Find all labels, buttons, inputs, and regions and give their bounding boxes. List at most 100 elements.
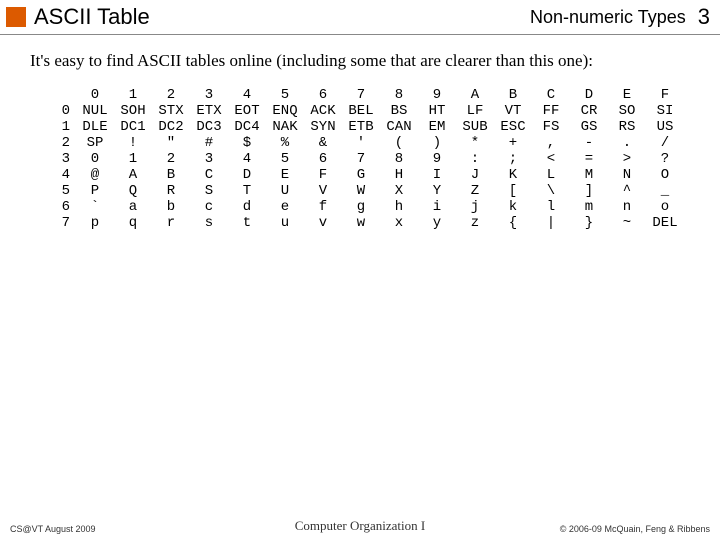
ascii-cell: SO [608,103,646,119]
ascii-cell: ~ [608,215,646,231]
ascii-cell: ! [114,135,152,151]
ascii-cell: X [380,183,418,199]
ascii-cell: , [532,135,570,151]
ascii-cell: ] [570,183,608,199]
ascii-cell: EM [418,119,456,135]
ascii-cell: / [646,135,684,151]
table-row: 0NULSOHSTXETXEOTENQACKBELBSHTLFVTFFCRSOS… [50,103,684,119]
row-label: 1 [50,119,76,135]
slide-page-number: 3 [698,4,710,30]
slide-subtitle: Non-numeric Types [530,7,686,28]
ascii-cell: DC2 [152,119,190,135]
ascii-cell: Y [418,183,456,199]
ascii-cell: SP [76,135,114,151]
row-label: 7 [50,215,76,231]
ascii-cell: 6 [304,151,342,167]
ascii-cell: : [456,151,494,167]
ascii-cell: b [152,199,190,215]
row-label: 5 [50,183,76,199]
ascii-header-row: 0 1 2 3 4 5 6 7 8 9 A B C D E F [50,87,684,103]
ascii-cell: R [152,183,190,199]
table-row: 6`abcdefghijklmno [50,199,684,215]
table-row: 1DLEDC1DC2DC3DC4NAKSYNETBCANEMSUBESCFSGS… [50,119,684,135]
slide-footer: CS@VT August 2009 Computer Organization … [0,518,720,534]
ascii-cell: L [532,167,570,183]
ascii-cell: } [570,215,608,231]
ascii-cell: j [456,199,494,215]
ascii-cell: ESC [494,119,532,135]
ascii-cell: t [228,215,266,231]
col-header: 2 [152,87,190,103]
ascii-cell: SI [646,103,684,119]
ascii-table: 0 1 2 3 4 5 6 7 8 9 A B C D E F 0NULSOHS… [50,87,684,231]
ascii-cell: % [266,135,304,151]
row-label: 3 [50,151,76,167]
ascii-cell: K [494,167,532,183]
col-header: 1 [114,87,152,103]
ascii-cell: _ [646,183,684,199]
ascii-cell: > [608,151,646,167]
ascii-cell: EOT [228,103,266,119]
ascii-cell: n [608,199,646,215]
ascii-cell: 1 [114,151,152,167]
ascii-cell: v [304,215,342,231]
ascii-cell: ETX [190,103,228,119]
ascii-cell: \ [532,183,570,199]
ascii-cell: J [456,167,494,183]
table-row: 30123456789:;<=>? [50,151,684,167]
footer-center: Computer Organization I [210,518,510,534]
ascii-cell: Q [114,183,152,199]
ascii-cell: DC1 [114,119,152,135]
ascii-cell: SUB [456,119,494,135]
footer-right: © 2006-09 McQuain, Feng & Ribbens [510,524,710,534]
ascii-cell: 8 [380,151,418,167]
ascii-cell: CR [570,103,608,119]
ascii-cell: VT [494,103,532,119]
ascii-cell: [ [494,183,532,199]
col-header: 4 [228,87,266,103]
ascii-cell: T [228,183,266,199]
ascii-cell: GS [570,119,608,135]
ascii-cell: I [418,167,456,183]
ascii-cell: ' [342,135,380,151]
ascii-cell: 0 [76,151,114,167]
ascii-cell: o [646,199,684,215]
ascii-cell: 7 [342,151,380,167]
ascii-cell: NAK [266,119,304,135]
ascii-cell: DLE [76,119,114,135]
accent-box-icon [6,7,26,27]
corner-cell [50,87,76,103]
col-header: C [532,87,570,103]
table-row: 5PQRSTUVWXYZ[\]^_ [50,183,684,199]
ascii-cell: z [456,215,494,231]
ascii-cell: ; [494,151,532,167]
ascii-cell: 2 [152,151,190,167]
ascii-cell: N [608,167,646,183]
ascii-cell: SOH [114,103,152,119]
ascii-cell: ACK [304,103,342,119]
ascii-cell: ( [380,135,418,151]
ascii-cell: x [380,215,418,231]
ascii-cell: STX [152,103,190,119]
ascii-cell: 9 [418,151,456,167]
ascii-cell: U [266,183,304,199]
col-header: 3 [190,87,228,103]
footer-left: CS@VT August 2009 [10,524,210,534]
slide-title: ASCII Table [34,4,530,30]
ascii-cell: & [304,135,342,151]
ascii-cell: ENQ [266,103,304,119]
ascii-cell: S [190,183,228,199]
ascii-cell: BEL [342,103,380,119]
col-header: 0 [76,87,114,103]
ascii-cell: LF [456,103,494,119]
ascii-cell: | [532,215,570,231]
col-header: A [456,87,494,103]
ascii-cell: { [494,215,532,231]
ascii-cell: ^ [608,183,646,199]
ascii-cell: " [152,135,190,151]
ascii-cell: M [570,167,608,183]
col-header: E [608,87,646,103]
row-label: 0 [50,103,76,119]
table-row: 7pqrstuvwxyz{|}~DEL [50,215,684,231]
ascii-cell: DC4 [228,119,266,135]
